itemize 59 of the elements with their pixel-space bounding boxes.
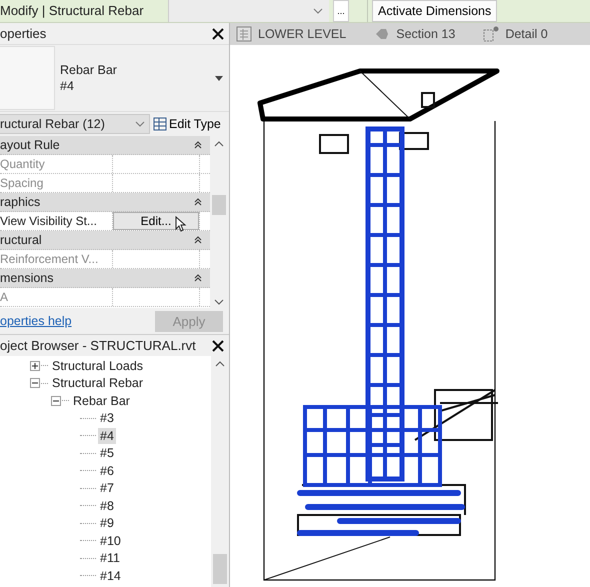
help-link[interactable]: operties help xyxy=(0,314,72,328)
scroll-up-icon xyxy=(214,141,224,147)
group-header[interactable]: ructural xyxy=(0,231,42,249)
parameter-name: Quantity xyxy=(0,155,113,173)
tree-item[interactable]: Structural Loads xyxy=(50,358,146,374)
collapse-icon[interactable] xyxy=(51,396,61,406)
scrollbar[interactable] xyxy=(211,356,229,587)
tree-item[interactable]: #6 xyxy=(98,462,116,479)
close-icon xyxy=(211,338,225,352)
scroll-down-icon xyxy=(214,299,224,305)
tree-item[interactable]: #3 xyxy=(98,410,116,426)
scroll-thumb[interactable] xyxy=(212,195,226,215)
section-icon xyxy=(374,26,390,42)
view-tab[interactable]: Detail 0 xyxy=(505,27,548,41)
context-tab[interactable]: Modify | Structural Rebar xyxy=(0,0,168,22)
activate-dimensions-button[interactable]: Activate Dimensions xyxy=(372,0,498,22)
dropdown-field[interactable] xyxy=(168,0,329,22)
scroll-up-icon xyxy=(215,361,225,367)
tree-item[interactable]: #8 xyxy=(98,498,116,514)
type-name: Rebar Bar xyxy=(60,62,118,78)
edit-button[interactable]: Edit... xyxy=(113,212,199,230)
more-button[interactable]: ... xyxy=(333,0,349,22)
cursor-icon xyxy=(175,216,187,232)
tree-item[interactable]: #5 xyxy=(98,445,116,462)
dropdown-arrow-icon xyxy=(215,76,223,80)
chevron-down-icon xyxy=(313,8,323,14)
type-size: #4 xyxy=(60,78,75,94)
chevron-down-icon xyxy=(135,121,145,127)
category-label: ructural Rebar (12) xyxy=(0,117,105,131)
parameter-name: Spacing xyxy=(0,174,113,192)
scroll-thumb[interactable] xyxy=(213,554,227,584)
collapse-icon[interactable] xyxy=(30,378,40,388)
floor-plan-icon xyxy=(236,26,252,42)
detail-view-icon xyxy=(483,26,500,42)
panel-title: operties xyxy=(0,26,46,41)
type-selector[interactable]: Rebar Bar #4 xyxy=(0,44,229,112)
tree-item[interactable]: #11 xyxy=(98,550,122,566)
collapse-icon xyxy=(194,141,202,149)
collapse-icon xyxy=(194,198,202,206)
expand-icon[interactable] xyxy=(30,360,40,371)
tree-item[interactable]: #14 xyxy=(98,568,123,584)
view-tab[interactable]: Section 13 xyxy=(396,27,456,41)
tree-item[interactable]: #7 xyxy=(98,480,116,496)
panel-title: oject Browser - STRUCTURAL.rvt xyxy=(0,338,196,353)
parameter-name: A xyxy=(0,288,113,306)
category-dropdown[interactable]: ructural Rebar (12) xyxy=(0,114,150,134)
tree-item[interactable]: #9 xyxy=(98,515,116,532)
tree-item[interactable]: #10 xyxy=(98,532,123,549)
group-header[interactable]: raphics xyxy=(0,193,40,211)
tree-item[interactable]: Structural Rebar xyxy=(50,375,146,392)
table-icon xyxy=(153,117,167,131)
tree-item[interactable]: #4 xyxy=(98,428,116,444)
parameter-name: Reinforcement V... xyxy=(0,250,113,268)
view-tab[interactable]: LOWER LEVEL xyxy=(258,27,346,41)
close-icon xyxy=(211,26,225,40)
edit-type-button[interactable]: Edit Type xyxy=(153,117,221,131)
collapse-icon xyxy=(194,274,202,282)
collapse-icon xyxy=(194,236,202,244)
tree-item[interactable]: Rebar Bar xyxy=(71,392,132,409)
